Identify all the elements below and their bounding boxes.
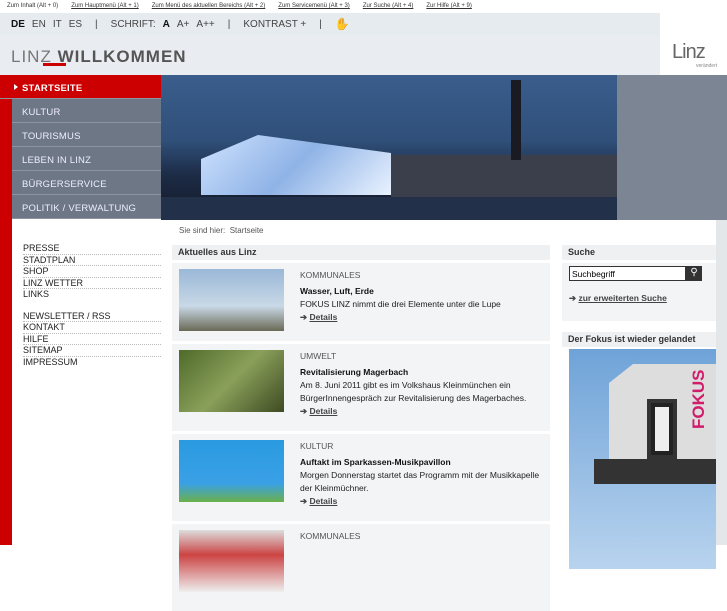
skip-link[interactable]: Zum Hauptmenü (Alt + 1) <box>71 3 139 13</box>
font-size-a[interactable]: A <box>163 19 170 30</box>
skip-link[interactable]: Zum Menü des aktuellen Bereichs (Alt + 2… <box>152 3 266 13</box>
news-category: KOMMUNALES <box>300 270 361 280</box>
news-text: Morgen Donnerstag startet das Programm m… <box>300 470 540 493</box>
details-link[interactable]: ➔ Details <box>300 311 548 324</box>
news-title[interactable]: Auftakt im Sparkassen-Musikpavillon <box>300 456 548 469</box>
advanced-search-link[interactable]: ➔ zur erweiterten Suche <box>569 293 667 304</box>
news-item: UMWELT Revitalisierung Magerbach Am 8. J… <box>172 344 550 431</box>
service-linz-wetter[interactable]: LINZ WETTER <box>23 278 161 289</box>
contrast-button[interactable]: KONTRAST + <box>243 19 306 30</box>
search-input[interactable] <box>569 266 686 281</box>
linz-logo[interactable]: Linz verändert <box>660 13 727 75</box>
news-item: KOMMUNALES <box>172 524 550 611</box>
service-menu: PRESSE STADTPLAN SHOP LINZ WETTER LINKS … <box>23 243 161 368</box>
news-item: KULTUR Auftakt im Sparkassen-Musikpavill… <box>172 434 550 521</box>
header-grey-block <box>617 75 727 220</box>
news-image[interactable] <box>179 530 284 592</box>
news-image[interactable] <box>179 269 284 331</box>
sign-language-icon[interactable]: ✋ <box>335 17 350 31</box>
news-item: KOMMUNALES Wasser, Luft, Erde FOKUS LINZ… <box>172 263 550 341</box>
lang-de[interactable]: DE <box>11 19 25 30</box>
service-hilfe[interactable]: HILFE <box>23 334 161 345</box>
skip-links: Zum Inhalt (Alt + 0) Zum Hauptmenü (Alt … <box>0 0 727 13</box>
news-category: UMWELT <box>300 351 337 361</box>
lang-es[interactable]: ES <box>69 19 82 30</box>
red-strip <box>0 75 12 545</box>
skip-link[interactable]: Zum Inhalt (Alt + 0) <box>7 3 58 13</box>
service-shop[interactable]: SHOP <box>23 266 161 278</box>
search-box: ⚲ ➔ zur erweiterten Suche <box>562 263 716 321</box>
news-title[interactable]: Wasser, Luft, Erde <box>300 285 548 298</box>
skip-link[interactable]: Zur Suche (Alt + 4) <box>363 3 414 13</box>
nav-leben-in-linz[interactable]: LEBEN IN LINZ <box>12 147 161 171</box>
sidebar: Suche ⚲ ➔ zur erweiterten Suche Der Foku… <box>562 245 716 569</box>
search-heading: Suche <box>562 245 716 260</box>
news-image[interactable] <box>179 440 284 502</box>
search-icon[interactable]: ⚲ <box>686 266 702 281</box>
logo-text: Linz <box>672 41 706 63</box>
news-category: KOMMUNALES <box>300 531 361 541</box>
font-size-a-plus-plus[interactable]: A++ <box>196 19 214 30</box>
service-stadtplan[interactable]: STADTPLAN <box>23 255 161 266</box>
breadcrumb: Sie sind hier: Startseite <box>179 226 264 235</box>
separator: | <box>319 18 322 30</box>
right-edge <box>716 220 727 545</box>
nav-buergerservice[interactable]: BÜRGERSERVICE <box>12 171 161 195</box>
fokus-image[interactable]: FOKUS <box>569 349 716 569</box>
site-title[interactable]: LINZ WILLKOMMEN <box>11 47 187 67</box>
service-kontakt[interactable]: KONTAKT <box>23 322 161 334</box>
font-size-label: SCHRIFT: <box>110 18 156 30</box>
news-category: KULTUR <box>300 441 334 451</box>
fokus-heading: Der Fokus ist wieder gelandet <box>562 332 716 347</box>
service-links[interactable]: LINKS <box>23 289 161 301</box>
breadcrumb-current[interactable]: Startseite <box>230 226 264 235</box>
accessibility-bar: DE EN IT ES | SCHRIFT: A A+ A++ | KONTRA… <box>0 13 660 35</box>
news-text: FOKUS LINZ nimmt die drei Elemente unter… <box>300 299 501 309</box>
nav-startseite[interactable]: STARTSEITE <box>0 75 161 99</box>
service-sitemap[interactable]: SITEMAP <box>23 345 161 357</box>
service-impressum[interactable]: IMPRESSUM <box>23 357 161 369</box>
brand-title: WILLKOMMEN <box>57 47 187 66</box>
nav-kultur[interactable]: KULTUR <box>12 99 161 123</box>
hero-image <box>161 75 617 220</box>
news-section: Aktuelles aus Linz KOMMUNALES Wasser, Lu… <box>172 245 550 611</box>
details-link[interactable]: ➔ Details <box>300 405 548 418</box>
font-size-a-plus[interactable]: A+ <box>177 19 190 30</box>
service-newsletter[interactable]: NEWSLETTER / RSS <box>23 311 161 322</box>
separator: | <box>95 18 98 30</box>
brand-underline <box>43 63 66 66</box>
breadcrumb-label: Sie sind hier: <box>179 226 226 235</box>
logo-subtext: verändert <box>696 63 718 69</box>
news-image[interactable] <box>179 350 284 412</box>
details-link[interactable]: ➔ Details <box>300 495 548 508</box>
fokus-image-text: FOKUS <box>689 369 708 430</box>
news-heading: Aktuelles aus Linz <box>172 245 550 260</box>
skip-link[interactable]: Zur Hilfe (Alt + 9) <box>426 3 472 13</box>
lang-it[interactable]: IT <box>53 19 62 30</box>
news-text: Am 8. Juni 2011 gibt es im Volkshaus Kle… <box>300 380 527 403</box>
main-nav: STARTSEITE KULTUR TOURISMUS LEBEN IN LIN… <box>0 75 161 219</box>
lang-en[interactable]: EN <box>32 19 46 30</box>
nav-politik-verwaltung[interactable]: POLITIK / VERWALTUNG <box>12 195 161 219</box>
separator: | <box>227 18 231 30</box>
skip-link[interactable]: Zum Servicemenü (Alt + 3) <box>278 3 350 13</box>
service-presse[interactable]: PRESSE <box>23 243 161 255</box>
nav-tourismus[interactable]: TOURISMUS <box>12 123 161 147</box>
news-title[interactable]: Revitalisierung Magerbach <box>300 366 548 379</box>
